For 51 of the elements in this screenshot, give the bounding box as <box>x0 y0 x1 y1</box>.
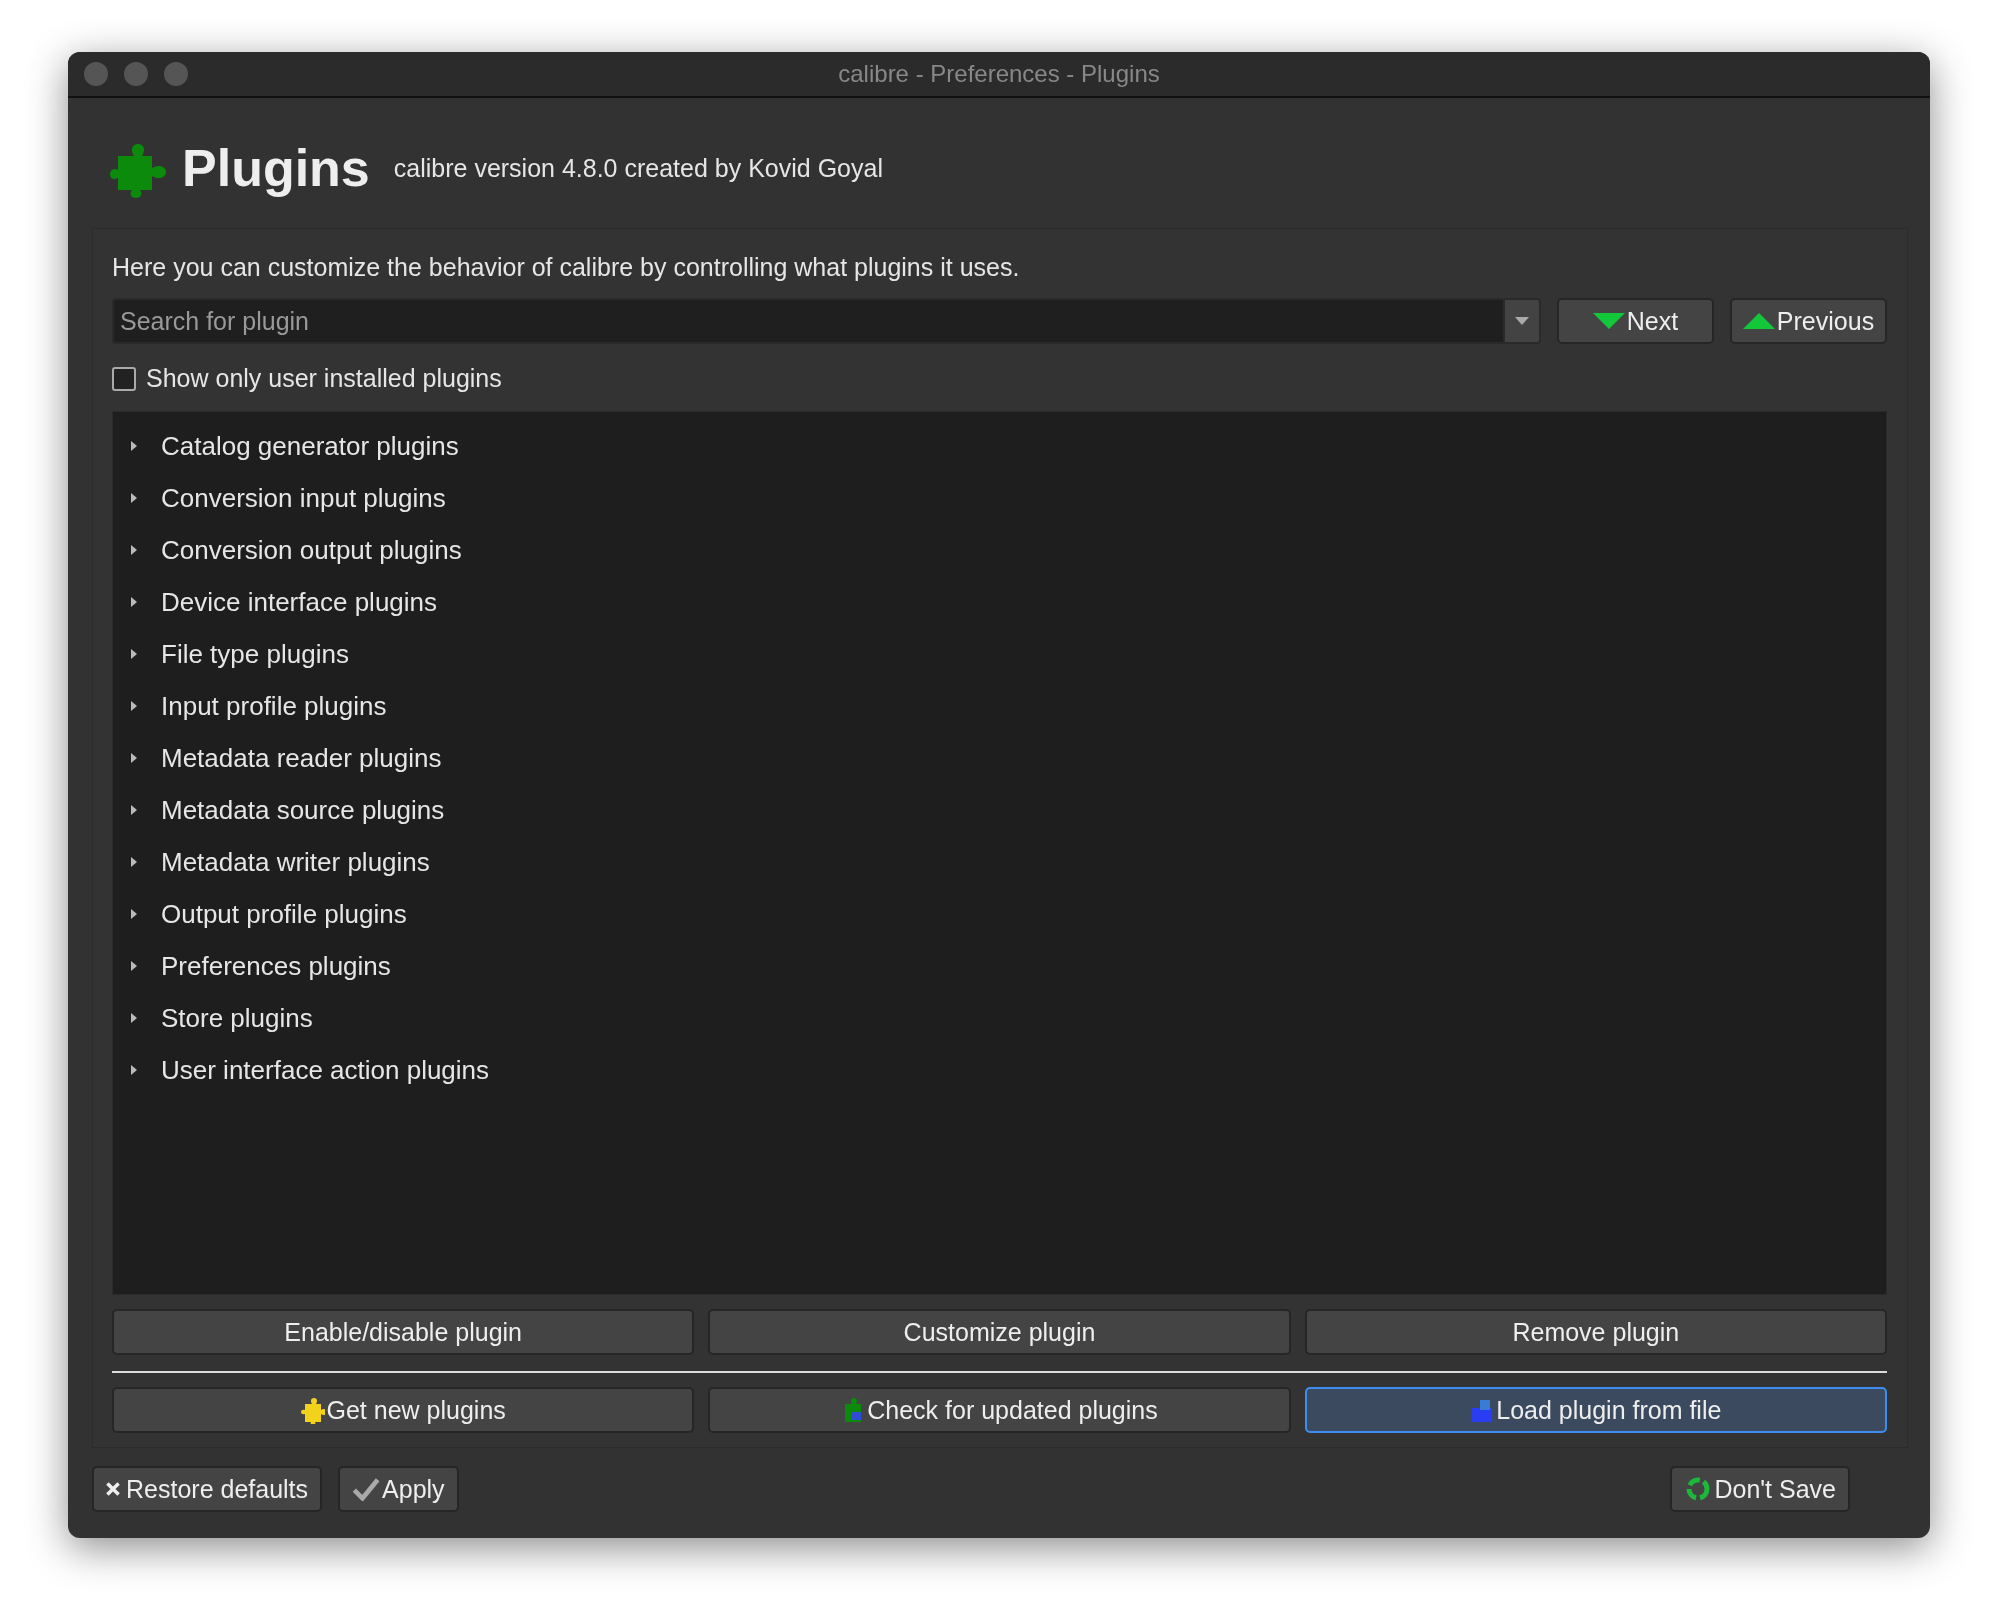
tree-item[interactable]: User interface action plugins <box>161 1054 490 1086</box>
up-triangle-icon <box>1742 313 1775 329</box>
tree-item[interactable]: Preferences plugins <box>161 950 391 982</box>
caret-icon <box>1515 317 1529 325</box>
tree-item[interactable]: Metadata reader plugins <box>161 742 442 774</box>
expand-arrow-icon[interactable] <box>129 597 139 607</box>
down-triangle-icon <box>1592 313 1625 329</box>
restore-defaults-button[interactable]: Restore defaults <box>92 1466 323 1512</box>
version-text: calibre version 4.8.0 created by Kovid Goyal <box>393 153 883 183</box>
puzzle-icon <box>300 1396 325 1424</box>
tree-item[interactable]: Output profile plugins <box>161 898 407 930</box>
tree-item[interactable]: Conversion output plugins <box>161 534 462 566</box>
dropdown-button[interactable] <box>1503 298 1541 344</box>
action-button[interactable]: Check for updated plugins <box>708 1387 1291 1433</box>
tree-item[interactable]: Metadata writer plugins <box>161 846 430 878</box>
checkbox-label: Show only user installed plugins <box>146 364 502 393</box>
expand-arrow-icon[interactable] <box>129 441 139 451</box>
expand-arrow-icon[interactable] <box>129 701 139 711</box>
plugin-button[interactable]: Enable/disable plugin <box>112 1309 695 1355</box>
description-text: Here you can customize the behavior of calibre by controlling what plugins it uses. <box>112 253 1021 282</box>
plugin-button[interactable]: Customize plugin <box>708 1309 1291 1355</box>
action-button[interactable]: Load plugin from file <box>1304 1387 1887 1433</box>
dont-save-button[interactable]: Don't Save <box>1670 1466 1850 1512</box>
next-button[interactable]: Next <box>1557 298 1714 344</box>
search-field[interactable]: Search for plugin <box>112 298 1503 344</box>
checkmark-icon <box>352 1477 381 1501</box>
expand-arrow-icon[interactable] <box>129 909 139 919</box>
expand-arrow-icon[interactable] <box>129 961 139 971</box>
window-title: calibre - Preferences - Plugins <box>837 60 1161 88</box>
action-button[interactable]: Get new plugins <box>112 1387 695 1433</box>
expand-arrow-icon[interactable] <box>129 545 139 555</box>
tree-item[interactable]: Metadata source plugins <box>161 794 445 826</box>
previous-button[interactable]: Previous <box>1730 298 1887 344</box>
plugin-button[interactable]: Remove plugin <box>1304 1309 1887 1355</box>
tree-item[interactable]: File type plugins <box>161 638 349 670</box>
tree-item[interactable]: Device interface plugins <box>161 586 438 618</box>
expand-arrow-icon[interactable] <box>129 649 139 659</box>
expand-arrow-icon[interactable] <box>129 493 139 503</box>
expand-arrow-icon[interactable] <box>129 857 139 867</box>
tree-item[interactable]: Input profile plugins <box>161 690 387 722</box>
apply-button[interactable]: Apply <box>338 1466 459 1512</box>
page-title: Plugins <box>182 138 370 198</box>
tree-item[interactable]: Conversion input plugins <box>161 482 446 514</box>
expand-arrow-icon[interactable] <box>129 1065 139 1075</box>
tree-item[interactable]: Store plugins <box>161 1002 313 1034</box>
tree-item[interactable]: Catalog generator plugins <box>161 430 459 462</box>
expand-arrow-icon[interactable] <box>129 753 139 763</box>
expand-arrow-icon[interactable] <box>129 805 139 815</box>
expand-arrow-icon[interactable] <box>129 1013 139 1023</box>
cross-icon <box>106 1482 120 1496</box>
checkbox[interactable] <box>112 366 136 391</box>
